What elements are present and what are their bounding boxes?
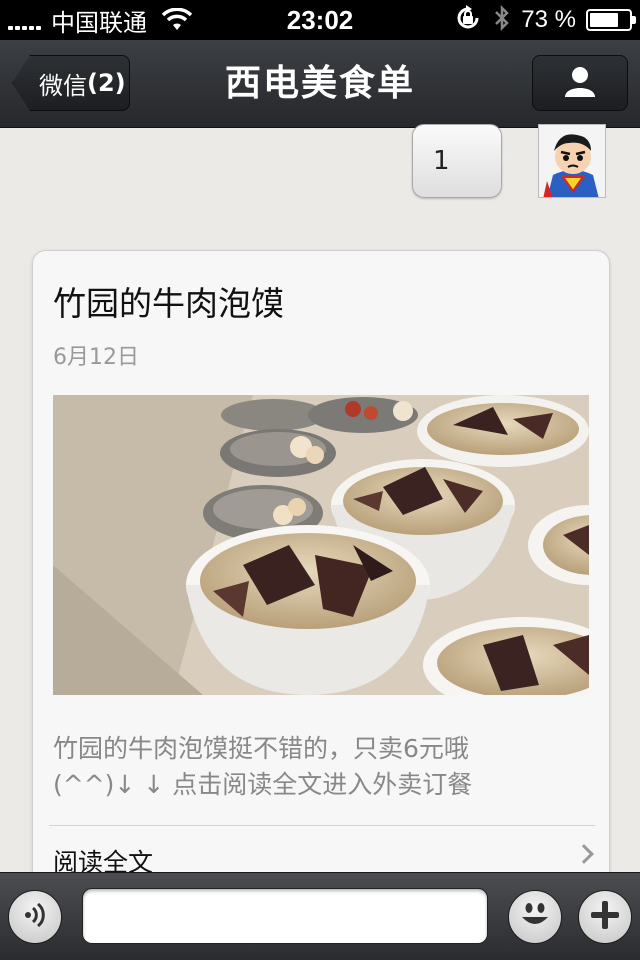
avatar[interactable] xyxy=(538,124,606,198)
back-button[interactable]: 微信 (2) xyxy=(12,55,130,111)
superman-avatar-icon xyxy=(539,125,605,197)
article-title: 竹园的牛肉泡馍 xyxy=(53,284,284,323)
message-bubble[interactable]: 1 xyxy=(412,124,502,198)
article-cover-image[interactable] xyxy=(53,395,589,695)
message-bubble-tail xyxy=(500,146,516,166)
battery-level-fill xyxy=(590,13,618,27)
article-card[interactable]: 竹园的牛肉泡馍 6月12日 竹园的牛肉泡馍挺不错的，只卖6元哦 (^^)↓ ↓ … xyxy=(32,250,610,890)
emoji-button[interactable] xyxy=(508,890,562,944)
unread-badge: (2) xyxy=(87,69,126,97)
back-button-label: 微信 xyxy=(39,71,87,100)
input-bar xyxy=(0,872,640,960)
chevron-right-icon xyxy=(574,844,594,864)
person-icon xyxy=(562,63,598,103)
article-date: 6月12日 xyxy=(53,345,139,370)
nav-bar: 西电美食单 微信 (2) xyxy=(0,40,640,128)
message-text: 1 xyxy=(433,146,450,176)
more-button[interactable] xyxy=(578,890,632,944)
smiley-icon xyxy=(515,895,555,939)
status-bar: 中国联通 23:02 73 % xyxy=(0,0,640,40)
plus-icon xyxy=(588,898,622,936)
voice-icon xyxy=(20,900,50,934)
profile-button[interactable] xyxy=(532,55,628,111)
battery-percent: 73 % xyxy=(521,6,576,33)
voice-button[interactable] xyxy=(8,890,62,944)
article-summary-line: 竹园的牛肉泡馍挺不错的，只卖6元哦 xyxy=(53,734,469,763)
bluetooth-icon xyxy=(493,4,511,37)
rotation-lock-icon xyxy=(453,3,483,38)
battery-icon xyxy=(586,9,636,31)
article-summary-line: (^^)↓ ↓ 点击阅读全文进入外卖订餐 xyxy=(53,770,473,799)
divider xyxy=(49,825,595,826)
article-summary: 竹园的牛肉泡馍挺不错的，只卖6元哦 (^^)↓ ↓ 点击阅读全文进入外卖订餐 xyxy=(53,731,593,803)
message-input[interactable] xyxy=(82,888,488,944)
